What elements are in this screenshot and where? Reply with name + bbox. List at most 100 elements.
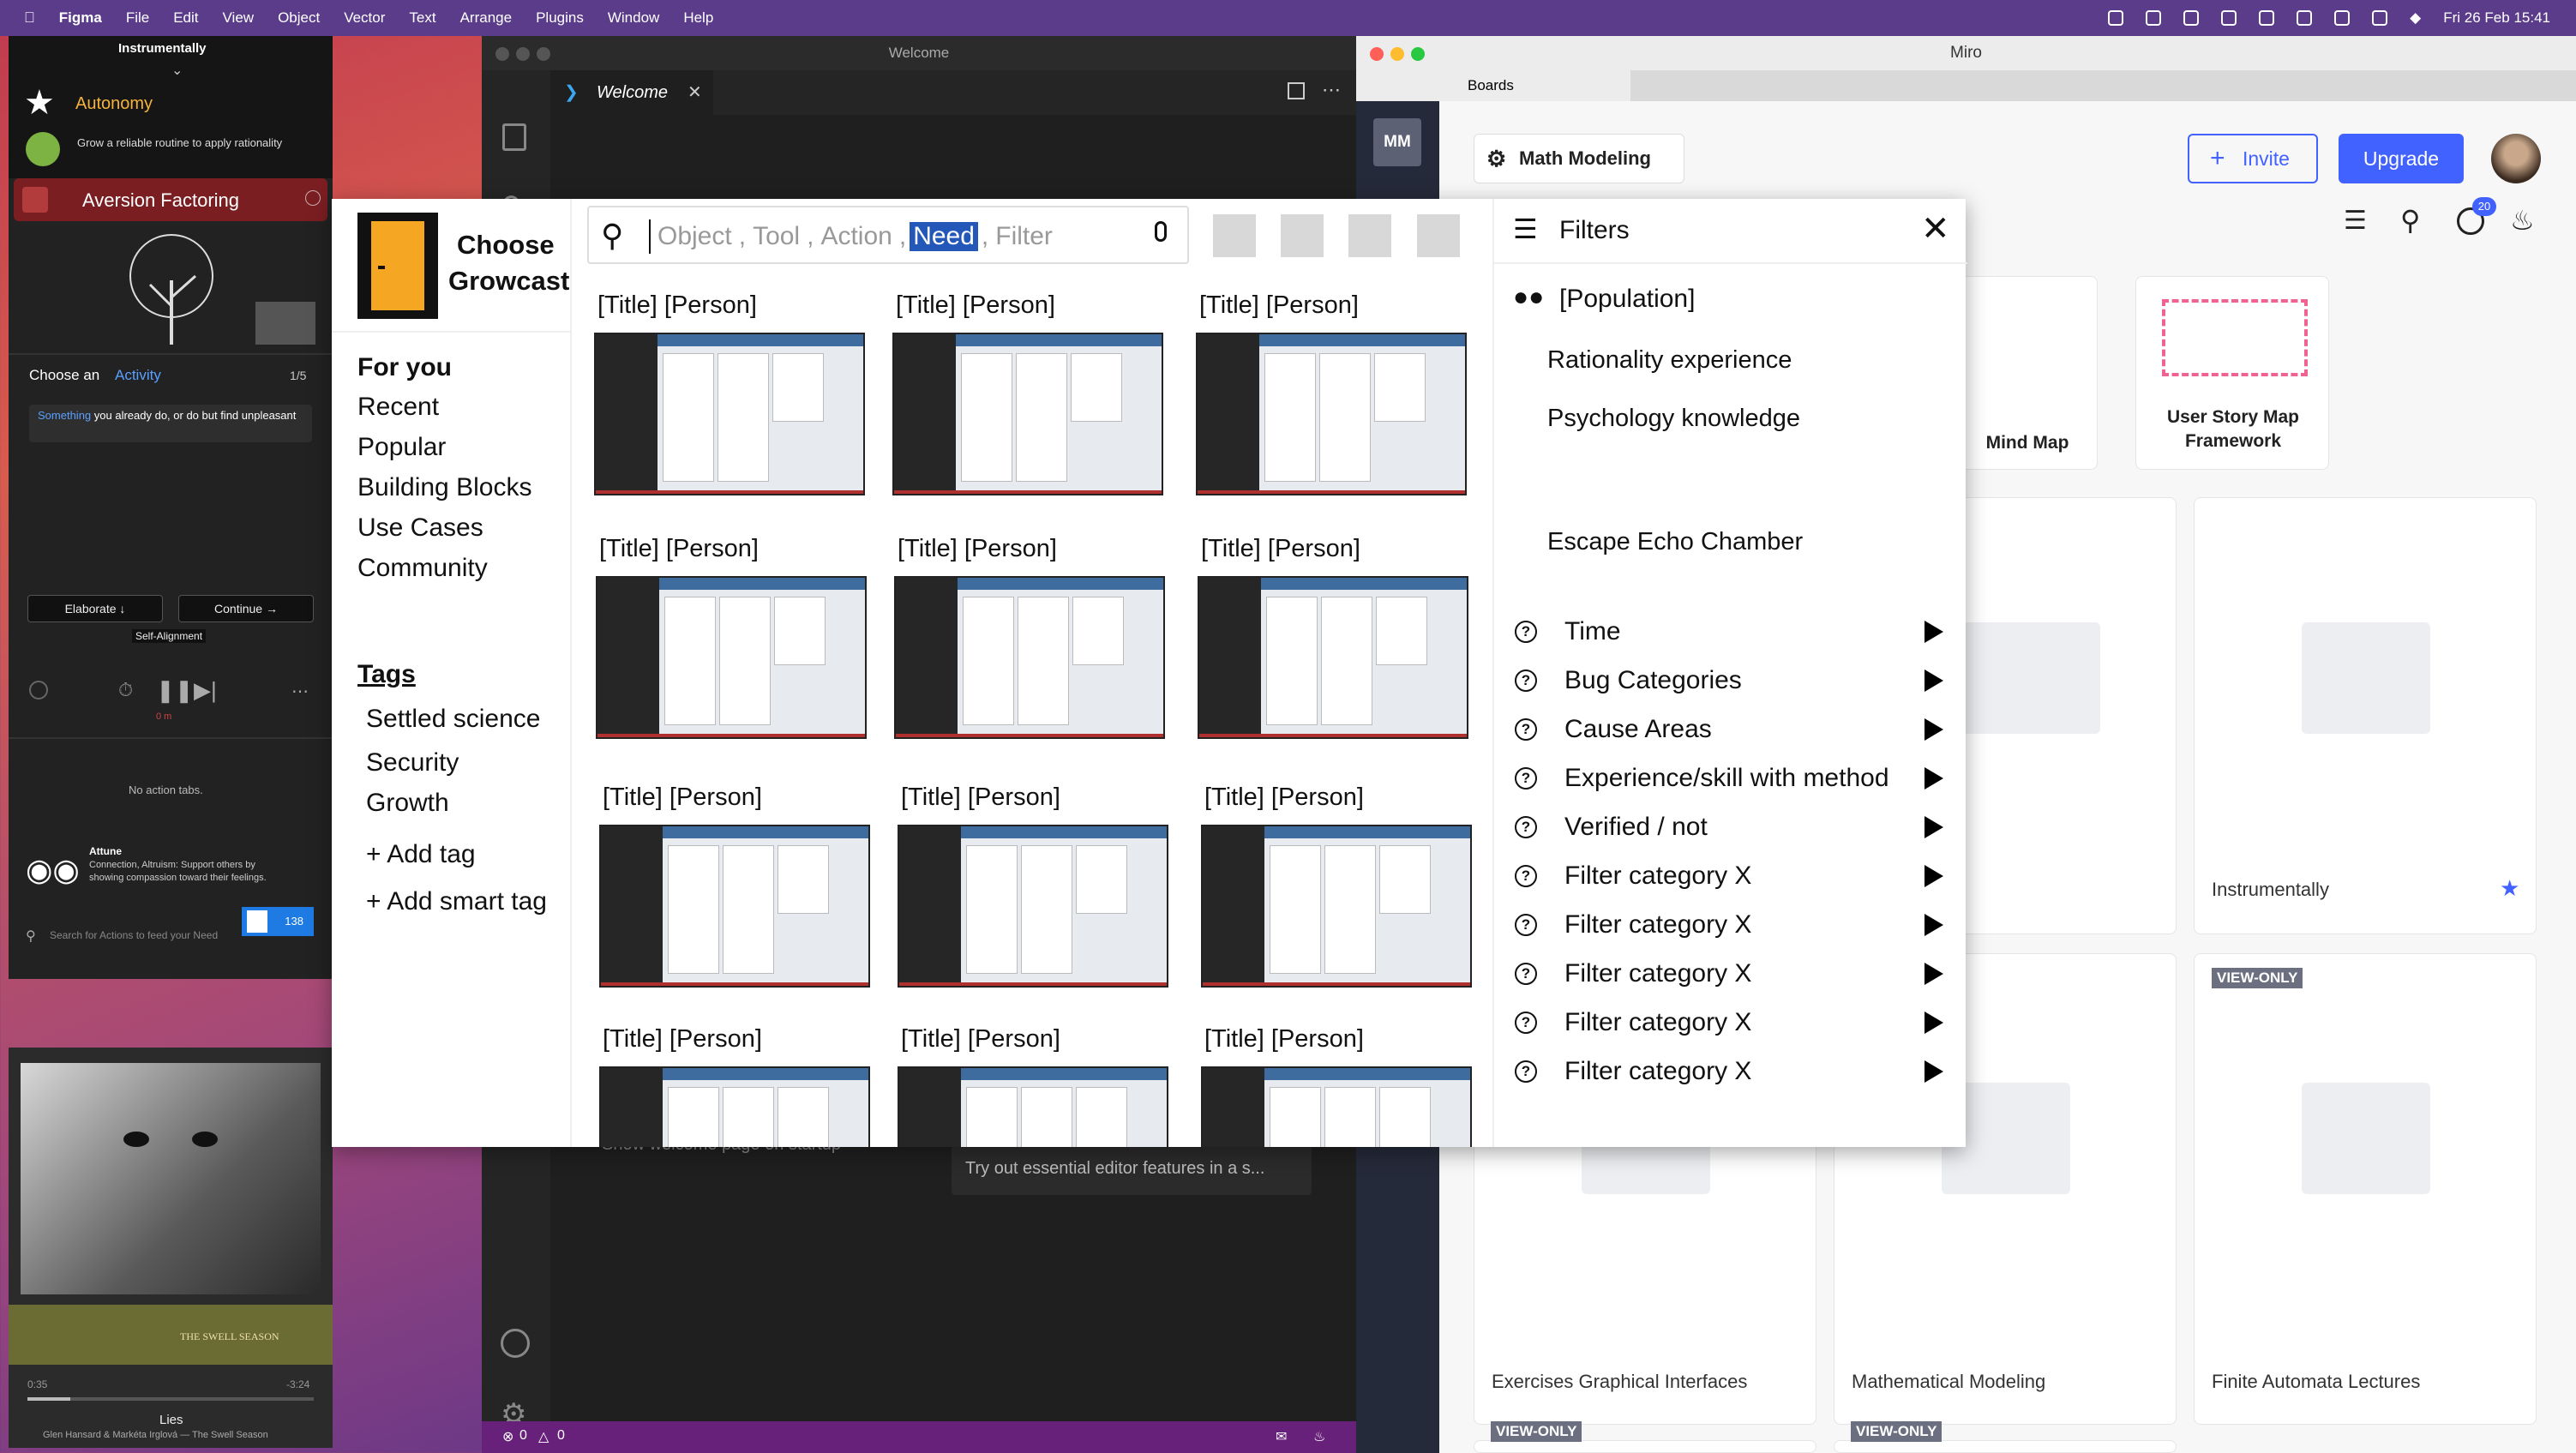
- result-card-thumbnail[interactable]: [1201, 825, 1472, 988]
- result-card-thumbnail[interactable]: [599, 1066, 870, 1147]
- population-item[interactable]: Rationality experience: [1547, 346, 1792, 375]
- menu-plugins[interactable]: Plugins: [536, 9, 584, 27]
- population-item[interactable]: Psychology knowledge: [1547, 405, 1800, 433]
- status-icon[interactable]: [2297, 10, 2313, 26]
- result-card-title[interactable]: [Title] [Person]: [1204, 784, 1364, 812]
- menu-view[interactable]: View: [223, 9, 255, 27]
- result-card-title[interactable]: [Title] [Person]: [603, 1025, 762, 1054]
- expand-arrow-icon[interactable]: [1924, 718, 1943, 741]
- expand-arrow-icon[interactable]: [1924, 865, 1943, 887]
- error-icon[interactable]: ⊗: [502, 1428, 513, 1445]
- menu-window[interactable]: Window: [608, 9, 659, 27]
- expand-arrow-icon[interactable]: [1924, 1060, 1943, 1083]
- warning-count[interactable]: 0: [557, 1428, 565, 1444]
- result-card-thumbnail[interactable]: [594, 333, 865, 495]
- sliders-icon[interactable]: ☰: [2344, 206, 2367, 236]
- result-card-thumbnail[interactable]: [1201, 1066, 1472, 1147]
- feedback-icon[interactable]: ✉: [1276, 1428, 1287, 1445]
- explorer-icon[interactable]: [502, 123, 526, 151]
- upgrade-button[interactable]: Upgrade: [2339, 134, 2464, 183]
- minimize-window-icon[interactable]: [1390, 47, 1404, 61]
- result-card-thumbnail[interactable]: [898, 1066, 1168, 1147]
- more-icon[interactable]: ⋯: [291, 681, 309, 702]
- result-card-title[interactable]: [Title] [Person]: [1199, 291, 1359, 320]
- skip-icon[interactable]: ▶|: [194, 677, 217, 704]
- status-icon[interactable]: [2183, 10, 2200, 26]
- board-card[interactable]: Instrumentally ★: [2194, 497, 2537, 934]
- result-card-title[interactable]: [Title] [Person]: [603, 784, 762, 812]
- minimize-window-icon[interactable]: [516, 47, 530, 61]
- result-card-thumbnail[interactable]: [1198, 576, 1468, 739]
- menu-file[interactable]: File: [126, 9, 149, 27]
- info-icon[interactable]: [305, 190, 321, 206]
- close-window-icon[interactable]: [495, 47, 509, 61]
- star-icon[interactable]: ★: [2500, 875, 2519, 902]
- menu-vector[interactable]: Vector: [344, 9, 385, 27]
- filter-category-row[interactable]: ? Experience/skill with method: [1515, 764, 1943, 793]
- battery-icon[interactable]: [2372, 10, 2388, 26]
- info-icon[interactable]: [29, 681, 48, 699]
- population-item[interactable]: Escape Echo Chamber: [1547, 528, 1803, 556]
- result-card-title[interactable]: [Title] [Person]: [896, 291, 1055, 320]
- error-count[interactable]: 0: [519, 1428, 527, 1444]
- board-name-button[interactable]: ⚙ Math Modeling: [1474, 134, 1684, 183]
- pause-icon[interactable]: ❚❚: [156, 677, 194, 704]
- menu-arrange[interactable]: Arrange: [460, 9, 512, 27]
- welcome-tab[interactable]: ❯ Welcome ✕: [550, 70, 713, 115]
- plugin-title[interactable]: Instrumentally: [118, 41, 207, 56]
- board-card[interactable]: [1834, 1440, 2177, 1453]
- expand-arrow-icon[interactable]: [1924, 816, 1943, 838]
- activity-prompt[interactable]: Something you already do, or do but find…: [29, 405, 312, 442]
- boards-tab[interactable]: Boards: [1356, 70, 1630, 101]
- bell-icon[interactable]: ♨: [2510, 204, 2535, 237]
- menu-edit[interactable]: Edit: [173, 9, 198, 27]
- team-avatar[interactable]: MM: [1373, 118, 1421, 166]
- bell-icon[interactable]: ♨: [1313, 1428, 1325, 1445]
- video-thumbnail[interactable]: [255, 302, 315, 345]
- timer-icon[interactable]: ⏱: [118, 679, 133, 701]
- invite-button[interactable]: + Invite: [2188, 134, 2318, 183]
- result-card-thumbnail[interactable]: [892, 333, 1163, 495]
- status-icon[interactable]: [2259, 10, 2275, 26]
- result-card-title[interactable]: [Title] [Person]: [597, 291, 757, 320]
- maximize-window-icon[interactable]: [537, 47, 550, 61]
- result-card-thumbnail[interactable]: [599, 825, 870, 988]
- template-mind-map[interactable]: Mind Map: [1954, 276, 2098, 470]
- walkthrough-card[interactable]: Try out essential editor features in a s…: [952, 1142, 1312, 1195]
- status-icon[interactable]: [2221, 10, 2237, 26]
- board-card[interactable]: VIEW-ONLY Finite Automata Lectures: [2194, 953, 2537, 1425]
- progress-track[interactable]: [27, 1397, 314, 1401]
- maximize-window-icon[interactable]: [1411, 47, 1425, 61]
- result-card-thumbnail[interactable]: [596, 576, 867, 739]
- pager[interactable]: 1/5: [290, 369, 306, 382]
- activity-link[interactable]: Activity: [115, 367, 161, 384]
- expand-arrow-icon[interactable]: [1924, 621, 1943, 643]
- action-search-input[interactable]: Search for Actions to feed your Need: [50, 929, 218, 941]
- search-icon[interactable]: ⚲: [2400, 204, 2420, 237]
- menu-text[interactable]: Text: [409, 9, 435, 27]
- account-icon[interactable]: [501, 1329, 530, 1358]
- status-icon[interactable]: [2146, 10, 2162, 26]
- expand-arrow-icon[interactable]: [1924, 914, 1943, 936]
- split-editor-icon[interactable]: [1288, 82, 1305, 99]
- result-card-title[interactable]: [Title] [Person]: [1201, 535, 1360, 563]
- menu-help[interactable]: Help: [683, 9, 713, 27]
- menu-object[interactable]: Object: [278, 9, 320, 27]
- result-card-thumbnail[interactable]: [894, 576, 1165, 739]
- expand-arrow-icon[interactable]: [1924, 963, 1943, 985]
- filter-category-row[interactable]: ? Filter category X: [1515, 959, 1943, 988]
- close-window-icon[interactable]: [1370, 47, 1384, 61]
- status-icon[interactable]: [2334, 10, 2351, 26]
- warning-icon[interactable]: △: [538, 1428, 549, 1445]
- result-card-title[interactable]: [Title] [Person]: [901, 784, 1060, 812]
- count-badge[interactable]: 138: [242, 907, 314, 936]
- filter-category-row[interactable]: ? Filter category X: [1515, 910, 1943, 940]
- close-icon[interactable]: ✕: [1921, 209, 1950, 249]
- filter-category-row[interactable]: ? Cause Areas: [1515, 715, 1943, 744]
- apple-icon[interactable]: : [24, 9, 35, 27]
- filter-category-row[interactable]: ? Bug Categories: [1515, 666, 1943, 695]
- filter-category-row[interactable]: ? Verified / not: [1515, 813, 1943, 842]
- result-card-title[interactable]: [Title] [Person]: [898, 535, 1057, 563]
- filter-category-row[interactable]: ? Time: [1515, 617, 1943, 646]
- result-card-title[interactable]: [Title] [Person]: [1204, 1025, 1364, 1054]
